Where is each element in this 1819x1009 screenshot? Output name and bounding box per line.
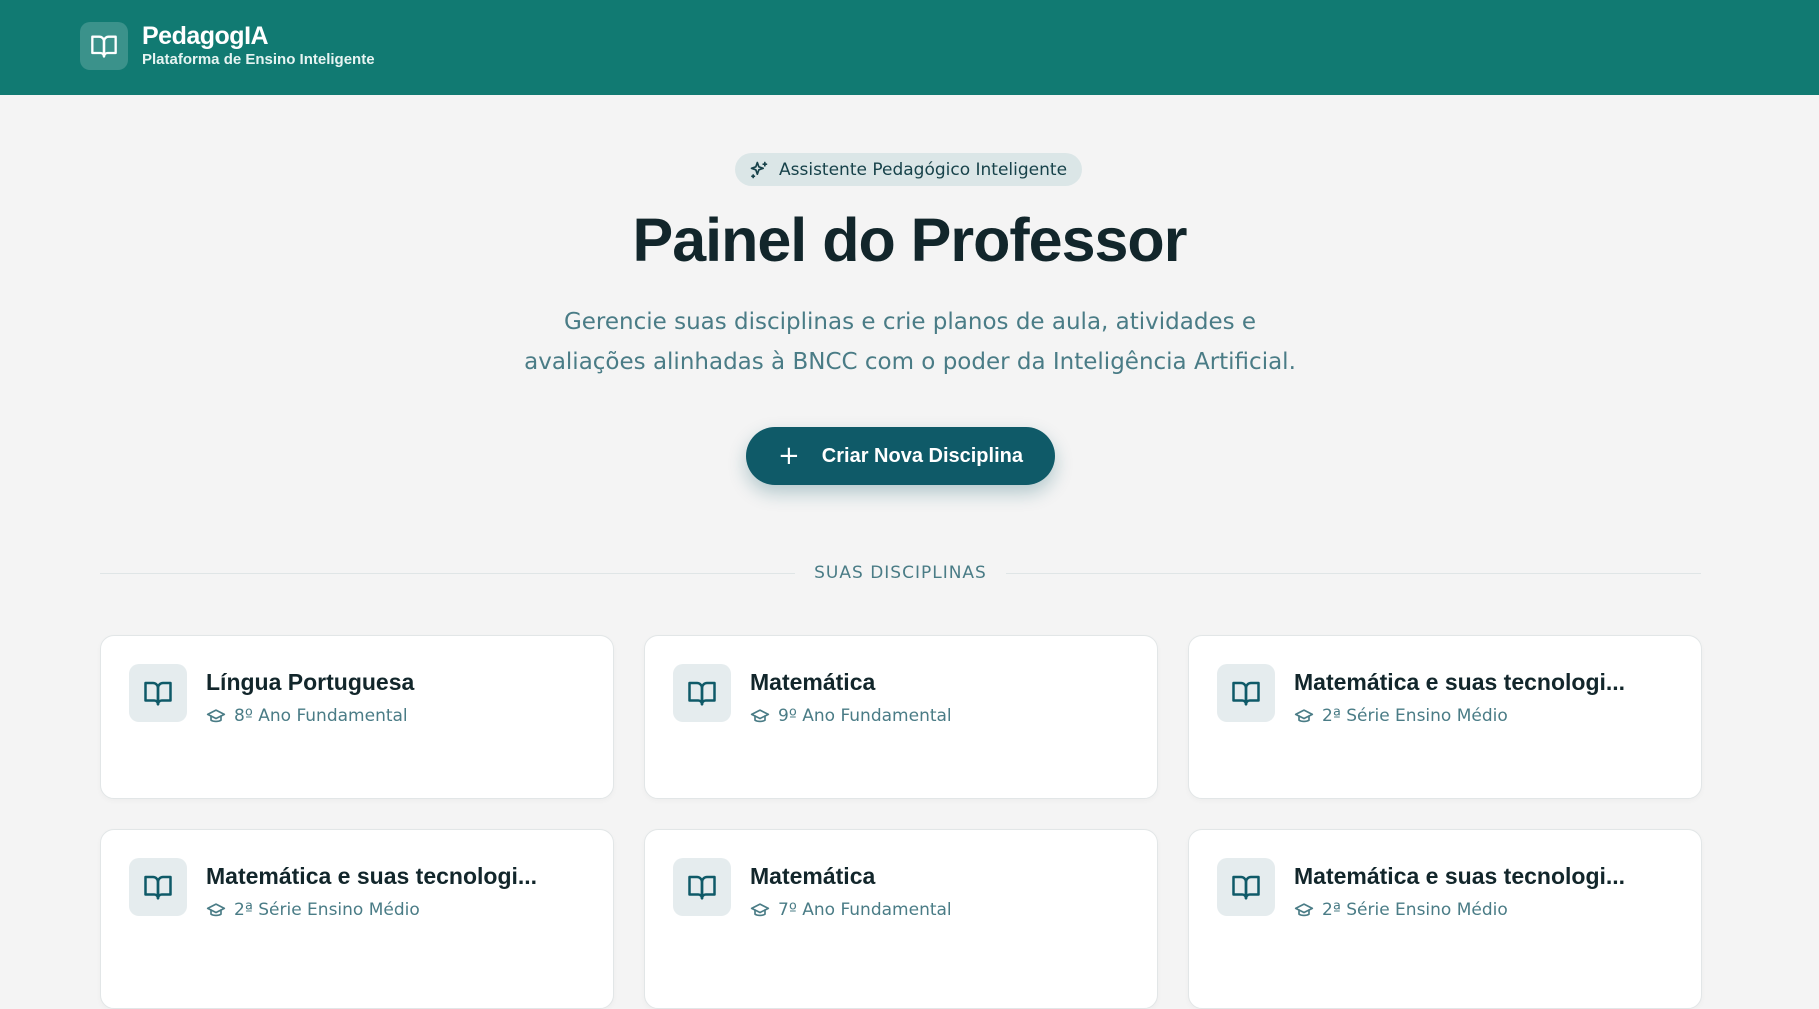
discipline-card[interactable]: Língua Portuguesa 8º Ano Fundamental (100, 635, 614, 799)
graduation-cap-icon (1294, 900, 1314, 920)
graduation-cap-icon (206, 900, 226, 920)
discipline-grade: 8º Ano Fundamental (206, 706, 408, 726)
page-subtitle: Gerencie suas disciplinas e crie planos … (460, 302, 1360, 382)
discipline-title: Matemática e suas tecnologi... (1294, 669, 1626, 695)
discipline-grade: 9º Ano Fundamental (750, 706, 952, 726)
discipline-title: Língua Portuguesa (206, 669, 415, 695)
book-open-icon (1217, 858, 1275, 916)
book-open-icon (673, 664, 731, 722)
create-discipline-label: Criar Nova Disciplina (821, 444, 1023, 467)
plus-icon: + (778, 441, 800, 471)
disciplines-section-header: SUAS DISCIPLINAS (100, 563, 1701, 583)
page-title: Painel do Professor (632, 206, 1188, 274)
section-label: SUAS DISCIPLINAS (814, 563, 987, 583)
assistant-badge-label: Assistente Pedagógico Inteligente (779, 159, 1068, 180)
graduation-cap-icon (206, 706, 226, 726)
graduation-cap-icon (750, 706, 770, 726)
subtitle-line-1: Gerencie suas disciplinas e crie planos … (563, 309, 1257, 335)
app-tagline: Plataforma de Ensino Inteligente (142, 51, 375, 68)
book-open-icon (129, 858, 187, 916)
discipline-grade-label: 2ª Série Ensino Médio (234, 900, 420, 920)
discipline-title: Matemática e suas tecnologi... (206, 863, 538, 889)
graduation-cap-icon (750, 900, 770, 920)
assistant-badge: Assistente Pedagógico Inteligente (735, 153, 1083, 186)
discipline-grade: 2ª Série Ensino Médio (1294, 706, 1508, 726)
book-open-icon (80, 22, 128, 70)
top-bar: PedagogIA Plataforma de Ensino Inteligen… (0, 0, 1819, 95)
discipline-card[interactable]: Matemática e suas tecnologi... 2ª Série … (1188, 635, 1702, 799)
discipline-grade: 2ª Série Ensino Médio (206, 900, 420, 920)
app-name: PedagogIA (142, 22, 269, 50)
discipline-title: Matemática (750, 863, 876, 889)
book-open-icon (1217, 664, 1275, 722)
discipline-card[interactable]: Matemática 9º Ano Fundamental (644, 635, 1158, 799)
brand-text: PedagogIA Plataforma de Ensino Inteligen… (142, 22, 375, 70)
discipline-title: Matemática (750, 669, 876, 695)
discipline-card[interactable]: Matemática e suas tecnologi... 2ª Série … (1188, 829, 1702, 1009)
create-discipline-button[interactable]: + Criar Nova Disciplina (746, 427, 1055, 485)
book-open-icon (673, 858, 731, 916)
discipline-title: Matemática e suas tecnologi... (1294, 863, 1626, 889)
discipline-grade-label: 2ª Série Ensino Médio (1322, 706, 1508, 726)
subtitle-line-2: avaliações alinhadas à BNCC com o poder … (524, 349, 1296, 375)
discipline-grade: 2ª Série Ensino Médio (1294, 900, 1508, 920)
divider-right (1005, 572, 1701, 574)
discipline-grade-label: 9º Ano Fundamental (778, 706, 952, 726)
discipline-grade-label: 7º Ano Fundamental (778, 900, 952, 920)
discipline-card[interactable]: Matemática 7º Ano Fundamental (644, 829, 1158, 1009)
book-open-icon (129, 664, 187, 722)
discipline-grade-label: 2ª Série Ensino Médio (1322, 900, 1508, 920)
divider-left (100, 572, 796, 574)
discipline-grade-label: 8º Ano Fundamental (234, 706, 408, 726)
discipline-card[interactable]: Matemática e suas tecnologi... 2ª Série … (100, 829, 614, 1009)
sparkles-icon (749, 160, 769, 180)
graduation-cap-icon (1294, 706, 1314, 726)
discipline-grade: 7º Ano Fundamental (750, 900, 952, 920)
brand[interactable]: PedagogIA Plataforma de Ensino Inteligen… (80, 22, 375, 70)
